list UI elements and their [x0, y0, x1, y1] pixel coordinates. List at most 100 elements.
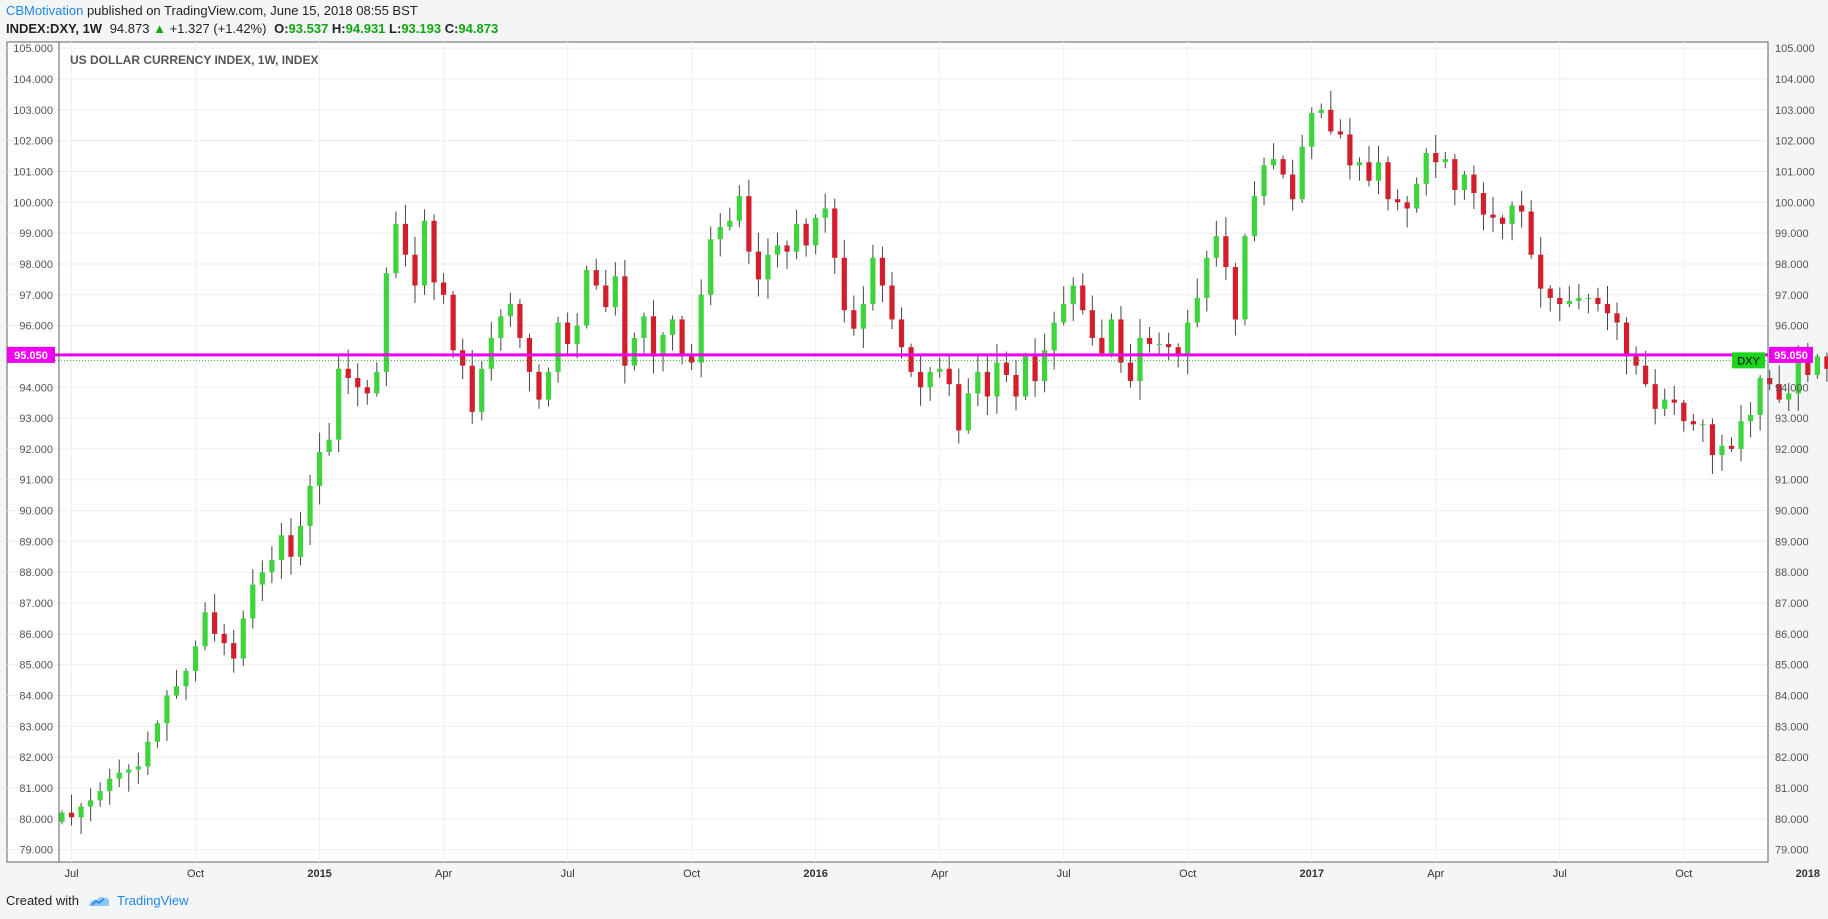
price-chart[interactable]: 79.000 79.000 80.000 80.000 81.000 81.000 82.0…: [0, 0, 1828, 919]
y-tick-label-right: 87.000: [1775, 598, 1809, 610]
candle-down: [345, 368, 351, 379]
candle-down: [1395, 199, 1401, 203]
candle-down: [1013, 374, 1019, 397]
candle-down: [1385, 162, 1391, 200]
candle-up: [336, 368, 342, 440]
x-tick-label: 2017: [1299, 868, 1323, 880]
candle-down: [460, 350, 466, 366]
tradingview-link[interactable]: TradingView: [87, 893, 189, 908]
y-tick-label-right: 96.000: [1775, 321, 1809, 333]
y-tick-label-right: 100.000: [1775, 197, 1815, 209]
candle-down: [565, 322, 571, 345]
candle-up: [1461, 174, 1467, 190]
plot-area[interactable]: [6, 41, 1769, 863]
candle-up: [822, 208, 828, 218]
y-tick-label-left: 79.000: [19, 845, 53, 857]
y-tick-label-right: 94.000: [1775, 382, 1809, 394]
x-tick-label: Apr: [435, 868, 452, 880]
candle-down: [879, 257, 886, 286]
candle-down: [221, 633, 227, 644]
candle-up: [708, 239, 714, 295]
y-tick-label-left: 84.000: [19, 691, 53, 703]
y-tick-label-right: 82.000: [1775, 752, 1809, 764]
candle-down: [1127, 362, 1134, 382]
y-tick-label-left: 104.000: [13, 74, 53, 86]
candle-up: [250, 584, 256, 619]
y-tick-label-left: 87.000: [19, 598, 53, 610]
candle-up: [717, 226, 723, 240]
candle-down: [841, 257, 847, 311]
candle-down: [1337, 131, 1343, 135]
candle-down: [908, 347, 914, 372]
candle-up: [1786, 393, 1792, 400]
candle-up: [88, 800, 94, 807]
candle-down: [1166, 344, 1172, 348]
candle-up: [1356, 162, 1363, 166]
candle-down: [956, 384, 962, 431]
y-tick-label-left: 83.000: [19, 721, 53, 733]
y-tick-label-left: 90.000: [19, 506, 53, 518]
y-tick-label-right: 79.000: [1775, 845, 1809, 857]
candle-down: [1709, 424, 1716, 456]
candle-down: [1003, 362, 1010, 375]
candle-up: [555, 322, 561, 372]
candle-up: [736, 196, 742, 221]
candle-up: [1747, 415, 1754, 422]
candle-down: [803, 223, 809, 246]
candle-up: [1070, 285, 1076, 305]
y-tick-label-right: 105.000: [1775, 43, 1815, 55]
candle-up: [1137, 337, 1143, 382]
candle-up: [975, 371, 981, 394]
candle-up: [126, 769, 132, 773]
candle-up: [612, 276, 618, 308]
candle-down: [1452, 159, 1458, 190]
candle-up: [1423, 152, 1429, 184]
candle-down: [402, 223, 409, 255]
x-tick-label: Oct: [683, 868, 700, 880]
candle-up: [1738, 421, 1744, 449]
candle-up: [154, 723, 160, 742]
candle-up: [1108, 319, 1114, 354]
candle-up: [259, 572, 265, 585]
y-tick-label-left: 88.000: [19, 567, 53, 579]
candle-down: [1824, 356, 1828, 369]
candle-down: [364, 387, 370, 394]
candle-down: [946, 368, 952, 385]
candle-up: [59, 812, 65, 822]
candle-down: [469, 365, 475, 412]
candle-down: [1366, 162, 1372, 181]
candle-up: [1662, 399, 1668, 409]
x-tick-label: Jul: [65, 868, 79, 880]
y-tick-label-right: 92.000: [1775, 444, 1809, 456]
y-tick-label-right: 90.000: [1775, 506, 1809, 518]
candle-down: [650, 316, 657, 357]
candle-up: [641, 316, 647, 338]
x-tick-label: Apr: [1427, 868, 1444, 880]
candle-up: [78, 806, 84, 818]
candle-down: [1671, 399, 1677, 403]
candle-up: [278, 535, 285, 560]
candle-up: [1814, 356, 1820, 375]
candle-down: [1633, 356, 1639, 366]
candle-down: [1490, 214, 1496, 218]
y-tick-label-right: 104.000: [1775, 74, 1815, 86]
candle-down: [1728, 445, 1735, 449]
candle-up: [307, 485, 313, 526]
y-tick-label-left: 103.000: [13, 105, 53, 117]
candle-up: [1051, 322, 1057, 351]
candle-up: [498, 316, 504, 338]
candle-up: [1251, 196, 1258, 237]
candle-up: [1156, 344, 1162, 346]
candle-down: [450, 294, 456, 351]
candle-up: [1757, 378, 1763, 416]
y-tick-label-left: 94.000: [19, 382, 53, 394]
candle-up: [965, 393, 971, 431]
candle-up: [631, 337, 637, 366]
y-tick-label-left: 91.000: [19, 475, 53, 487]
candle-down: [1404, 202, 1410, 209]
candle-up: [937, 368, 943, 372]
y-tick-label-left: 92.000: [19, 444, 53, 456]
candle-down: [1146, 337, 1153, 345]
candle-up: [1022, 356, 1029, 397]
candle-up: [660, 334, 666, 357]
